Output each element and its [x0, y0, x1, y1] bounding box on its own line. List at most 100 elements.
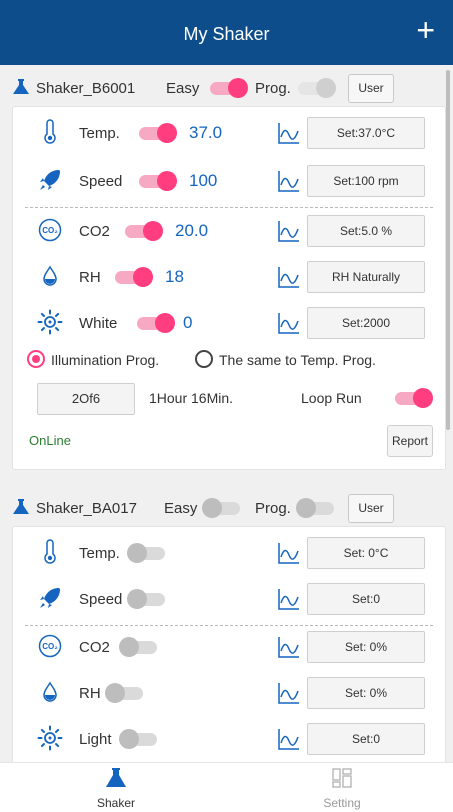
easy-label: Easy — [166, 80, 200, 97]
flask-icon — [106, 768, 126, 787]
param-row-light: Light Set:0 — [13, 717, 445, 761]
scrollbar[interactable] — [446, 70, 450, 430]
param-value: 18 — [165, 267, 184, 286]
status-badge: OnLine — [29, 433, 71, 448]
trend-chart-icon[interactable] — [277, 681, 301, 705]
report-button[interactable]: Report — [387, 425, 433, 457]
param-row-rh: RH 18 RH Naturally — [13, 255, 445, 299]
param-value: 37.0 — [189, 123, 223, 142]
radio-same-temp-prog[interactable] — [195, 350, 213, 368]
param-label: RH — [79, 269, 101, 286]
trend-chart-icon[interactable] — [277, 727, 301, 751]
easy-toggle[interactable] — [202, 498, 242, 518]
plus-icon[interactable]: + — [416, 14, 435, 46]
radio-label: The same to Temp. Prog. — [219, 352, 376, 368]
speed-toggle[interactable] — [137, 171, 177, 191]
set-button[interactable]: Set: 0% — [307, 631, 425, 663]
svg-text:CO₂: CO₂ — [42, 226, 58, 235]
speed-toggle[interactable] — [127, 589, 167, 609]
param-label: Temp. — [79, 125, 120, 142]
param-label: CO2 — [79, 223, 110, 240]
device-header: Shaker_B6001 Easy Prog. User — [12, 72, 442, 104]
set-button[interactable]: Set:5.0 % — [307, 215, 425, 247]
thermometer-icon — [44, 119, 56, 144]
temp-toggle[interactable] — [137, 123, 177, 143]
param-label: Speed — [79, 173, 123, 190]
light-toggle[interactable] — [119, 729, 159, 749]
set-button[interactable]: Set: 0% — [307, 677, 425, 709]
device-header: Shaker_BA017 Easy Prog. User — [12, 492, 442, 524]
param-row-co2: CO₂ CO2 20.0 Set:5.0 % — [13, 209, 445, 253]
user-button[interactable]: User — [348, 494, 394, 523]
set-button[interactable]: Set:37.0°C — [307, 117, 425, 149]
param-row-rh: RH Set: 0% — [13, 671, 445, 715]
loop-run-toggle[interactable] — [393, 388, 433, 408]
trend-chart-icon[interactable] — [277, 121, 301, 145]
device-card: Temp. 37.0 Set:37.0°C Speed 100 Set:100 … — [12, 106, 446, 470]
param-value: 0 — [183, 313, 193, 332]
trend-chart-icon[interactable] — [277, 169, 301, 193]
param-label: CO2 — [79, 639, 110, 656]
tab-shaker[interactable]: Shaker — [46, 763, 186, 812]
program-step-button[interactable]: 2Of6 — [37, 383, 135, 415]
device-name: Shaker_B6001 — [36, 80, 136, 97]
rh-toggle[interactable] — [105, 683, 145, 703]
easy-toggle[interactable] — [208, 78, 248, 98]
prog-label: Prog. — [255, 500, 291, 517]
param-row-white: White 0 Set:2000 — [13, 301, 445, 345]
param-value: 20.0 — [175, 221, 209, 240]
co2-toggle[interactable] — [123, 221, 163, 241]
co2-icon: CO₂ — [38, 634, 62, 658]
trend-chart-icon[interactable] — [277, 219, 301, 243]
set-button[interactable]: Set:100 rpm — [307, 165, 425, 197]
rocket-icon — [40, 588, 60, 608]
easy-label: Easy — [164, 500, 198, 517]
droplet-icon — [43, 681, 57, 702]
param-label: Temp. — [79, 545, 120, 562]
set-button[interactable]: Set: 0°C — [307, 537, 425, 569]
rh-toggle[interactable] — [113, 267, 153, 287]
co2-toggle[interactable] — [119, 637, 159, 657]
set-button[interactable]: Set:2000 — [307, 307, 425, 339]
param-row-temp: Temp. 37.0 Set:37.0°C — [13, 111, 445, 155]
grid-icon — [332, 768, 352, 788]
param-label: White — [79, 315, 118, 332]
flask-icon — [13, 499, 29, 514]
radio-illumination-prog[interactable] — [27, 350, 45, 368]
param-label: RH — [79, 685, 101, 702]
divider — [25, 207, 433, 208]
page-title: My Shaker — [183, 24, 270, 44]
param-row-temp: Temp. Set: 0°C — [13, 531, 445, 575]
temp-toggle[interactable] — [127, 543, 167, 563]
user-button[interactable]: User — [348, 74, 394, 103]
bottom-tab-bar: Shaker Setting — [0, 762, 453, 812]
trend-chart-icon[interactable] — [277, 587, 301, 611]
radio-label: Illumination Prog. — [51, 352, 160, 368]
white-toggle[interactable] — [135, 313, 175, 333]
set-button[interactable]: RH Naturally — [307, 261, 425, 293]
sun-icon — [37, 725, 63, 751]
thermometer-icon — [44, 539, 56, 564]
param-row-speed: Speed Set:0 — [13, 577, 445, 621]
tab-setting[interactable]: Setting — [272, 763, 412, 812]
svg-text:CO₂: CO₂ — [42, 642, 58, 651]
param-row-co2: CO₂ CO2 Set: 0% — [13, 625, 445, 669]
prog-label: Prog. — [255, 80, 291, 97]
set-button[interactable]: Set:0 — [307, 723, 425, 755]
param-label: Speed — [79, 591, 123, 608]
prog-toggle[interactable] — [296, 498, 336, 518]
prog-toggle[interactable] — [296, 78, 336, 98]
set-button[interactable]: Set:0 — [307, 583, 425, 615]
loop-run-label: Loop Run — [301, 390, 362, 406]
sun-icon — [37, 309, 63, 335]
tab-label: Setting — [323, 796, 361, 810]
trend-chart-icon[interactable] — [277, 311, 301, 335]
program-duration: 1Hour 16Min. — [149, 390, 234, 406]
trend-chart-icon[interactable] — [277, 635, 301, 659]
program-options: Illumination Prog. The same to Temp. Pro… — [27, 347, 427, 371]
trend-chart-icon[interactable] — [277, 265, 301, 289]
droplet-icon — [43, 265, 57, 286]
co2-icon: CO₂ — [38, 218, 62, 242]
param-value: 100 — [189, 171, 218, 190]
trend-chart-icon[interactable] — [277, 541, 301, 565]
